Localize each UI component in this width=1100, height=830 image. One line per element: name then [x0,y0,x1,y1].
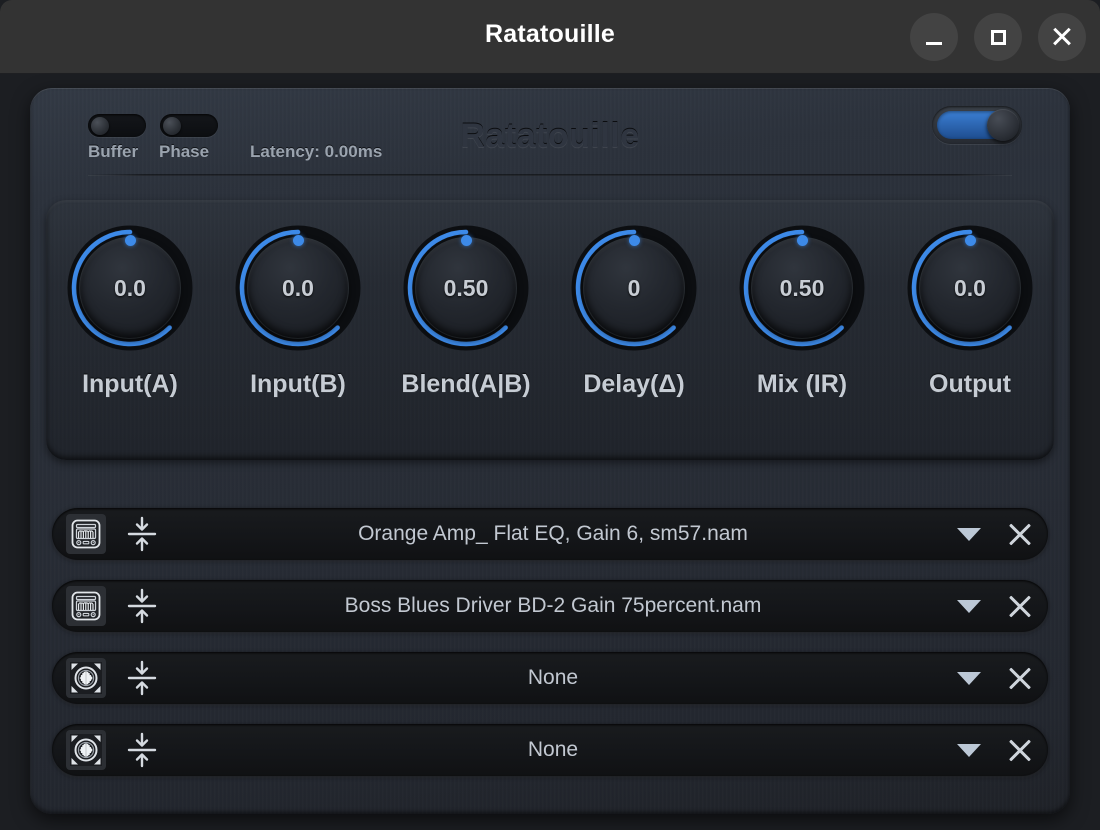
close-icon [1051,26,1073,48]
knob-face: 0.0 [80,238,180,338]
normalize-icon[interactable] [124,586,160,626]
knob-cell: 0.50 Mix (IR) [721,218,883,399]
knob-cell: 0.50 Blend(A|B) [385,218,547,399]
knob-value: 0.50 [779,274,825,301]
model-name-label[interactable]: Orange Amp_ Flat EQ, Gain 6, sm57.nam [160,522,946,546]
model-name-label[interactable]: None [160,738,946,762]
model-slot-row[interactable]: None [52,724,1048,776]
toggle-knob-icon [163,116,181,135]
clear-icon[interactable] [992,520,1048,548]
maximize-icon [990,29,1006,45]
plugin-panel: Ratatouille Buffer Phase Latency: 0.00ms… [30,88,1070,814]
model-name-label[interactable]: Boss Blues Driver BD-2 Gain 75percent.na… [160,594,946,618]
model-slot-list: Orange Amp_ Flat EQ, Gain 6, sm57.nam Bos… [52,508,1048,796]
knob-value: 0.0 [114,274,146,301]
knob-row: 0.0 Input(A) 0.0 Input(B) 0.50 Blend(A|B) 0 Del… [46,218,1054,399]
knob-control[interactable]: 0.0 [900,218,1040,358]
clear-icon[interactable] [992,736,1048,764]
toggle-knob-icon [987,109,1019,141]
knob-cell: 0 Delay(Δ) [553,218,715,399]
knob-label: Input(A) [82,370,178,398]
knob-cell: 0.0 Input(B) [217,218,379,399]
chevron-down-icon[interactable] [946,671,992,685]
header-divider [88,174,1012,176]
clear-glyph [1006,664,1034,692]
knob-face: 0.50 [416,238,516,338]
phase-toggle[interactable] [160,114,218,137]
app-window: Ratatouille Ratatouille Buffer Phase Lat… [0,0,1100,830]
knob-control[interactable]: 0.0 [60,218,200,358]
chevron-down-glyph [957,599,981,613]
close-button[interactable] [1038,13,1086,61]
knob-control[interactable]: 0.50 [732,218,872,358]
knob-label: Delay(Δ) [583,370,685,398]
clear-glyph [1006,520,1034,548]
minimize-button[interactable] [910,13,958,61]
toggle-knob-icon [91,116,109,135]
clear-icon[interactable] [992,592,1048,620]
chevron-down-glyph [957,527,981,541]
knob-cell: 0.0 Output [889,218,1051,399]
clear-glyph [1006,592,1034,620]
speaker-icon[interactable] [66,730,106,770]
clear-glyph [1006,736,1034,764]
knob-control[interactable]: 0.50 [396,218,536,358]
amp-icon[interactable] [66,586,106,626]
knob-face: 0.0 [920,238,1020,338]
knob-face: 0 [584,238,684,338]
knob-cell: 0.0 Input(A) [49,218,211,399]
knob-pointer-icon [460,235,472,246]
latency-readout: Latency: 0.00ms [250,142,383,161]
maximize-button[interactable] [974,13,1022,61]
knob-label: Blend(A|B) [401,370,531,398]
knob-panel: 0.0 Input(A) 0.0 Input(B) 0.50 Blend(A|B) 0 Del… [46,200,1054,460]
knob-pointer-icon [964,235,976,246]
knob-pointer-icon [124,235,136,246]
knob-label: Input(B) [250,370,346,398]
knob-label: Output [929,370,1011,398]
knob-label: Mix (IR) [756,370,848,398]
normalize-icon[interactable] [124,514,160,554]
minimize-icon [926,41,942,45]
model-name-label[interactable]: None [160,666,946,690]
knob-value: 0.0 [282,274,314,301]
knob-pointer-icon [628,235,640,246]
knob-face: 0.0 [248,238,348,338]
amp-icon[interactable] [66,514,106,554]
buffer-label: Buffer [88,142,139,161]
phase-label: Phase [159,142,210,161]
model-slot-row[interactable]: Boss Blues Driver BD-2 Gain 75percent.na… [52,580,1048,632]
knob-pointer-icon [796,235,808,246]
chevron-down-icon[interactable] [946,743,992,757]
model-slot-row[interactable]: Orange Amp_ Flat EQ, Gain 6, sm57.nam [52,508,1048,560]
chevron-down-glyph [957,743,981,757]
knob-value: 0.0 [954,274,986,301]
bypass-toggle[interactable] [932,106,1022,144]
knob-face: 0.50 [752,238,852,338]
knob-control[interactable]: 0.0 [228,218,368,358]
knob-control[interactable]: 0 [564,218,704,358]
normalize-icon[interactable] [124,658,160,698]
speaker-icon[interactable] [66,658,106,698]
knob-value: 0.50 [443,274,489,301]
knob-value: 0 [627,274,641,301]
model-slot-row[interactable]: None [52,652,1048,704]
chevron-down-icon[interactable] [946,527,992,541]
chevron-down-icon[interactable] [946,599,992,613]
buffer-toggle[interactable] [88,114,146,137]
clear-icon[interactable] [992,664,1048,692]
chevron-down-glyph [957,671,981,685]
knob-pointer-icon [292,235,304,246]
titlebar: Ratatouille [0,0,1100,74]
normalize-icon[interactable] [124,730,160,770]
